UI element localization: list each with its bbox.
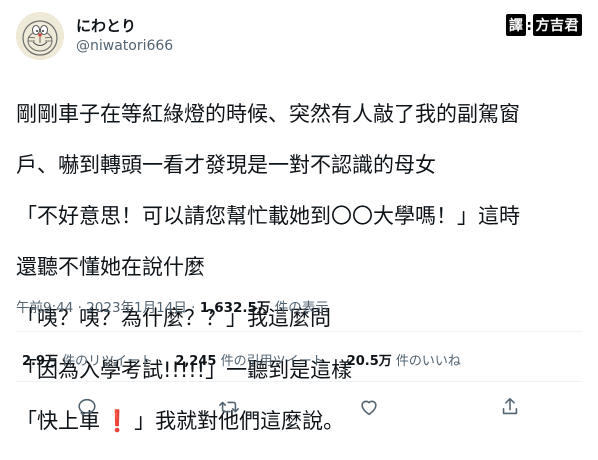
- tweet-timestamp[interactable]: 午前9:44 · 2023年1月14日 ·: [16, 300, 200, 316]
- share-icon: [502, 397, 518, 415]
- divider: [16, 381, 582, 382]
- translator-name: 方吉君: [532, 14, 582, 36]
- tweet-line: 「不好意思！可以請您幫忙載她到〇〇大學嗎！」這時: [16, 203, 520, 228]
- translator-credit: 譯: 方吉君: [505, 14, 582, 36]
- share-button[interactable]: [499, 396, 523, 420]
- action-bar: [0, 392, 598, 424]
- view-count: 1,632.5万: [199, 300, 271, 316]
- retweet-button[interactable]: [218, 396, 242, 420]
- like-button[interactable]: [358, 396, 382, 420]
- tweet-header: にわとり @niwatori666 譯: 方吉君: [16, 10, 582, 62]
- heart-icon: [361, 400, 377, 416]
- user-names: にわとり @niwatori666: [76, 16, 173, 56]
- tweet-meta: 午前9:44 · 2023年1月14日 · 1,632.5万 件の表示: [16, 296, 329, 316]
- avatar[interactable]: [16, 12, 64, 60]
- view-count-label: 件の表示: [270, 300, 329, 316]
- like-stat[interactable]: 20.5万 件のいいね: [347, 350, 461, 369]
- display-name[interactable]: にわとり: [76, 16, 173, 36]
- retweet-icon: [219, 401, 239, 413]
- divider: [16, 331, 582, 332]
- reply-icon: [78, 398, 96, 416]
- tweet-line: 戶、嚇到轉頭一看才發現是一對不認識的母女: [16, 152, 436, 177]
- engagement-stats: 2.9万 件のリツイート 2,245 件の引用ツイート 20.5万 件のいいね: [22, 350, 479, 369]
- translator-tag: 譯: [505, 14, 527, 36]
- tweet-line: 剛剛車子在等紅綠燈的時候、突然有人敲了我的副駕窗: [16, 101, 520, 126]
- user-handle[interactable]: @niwatori666: [76, 37, 173, 56]
- quote-tweet-stat[interactable]: 2,245 件の引用ツイート: [175, 350, 324, 369]
- tweet-line: 還聽不懂她在說什麼: [16, 255, 205, 280]
- doraemon-avatar-icon: [16, 12, 64, 60]
- retweet-stat[interactable]: 2.9万 件のリツイート: [22, 350, 153, 369]
- reply-button[interactable]: [76, 396, 100, 420]
